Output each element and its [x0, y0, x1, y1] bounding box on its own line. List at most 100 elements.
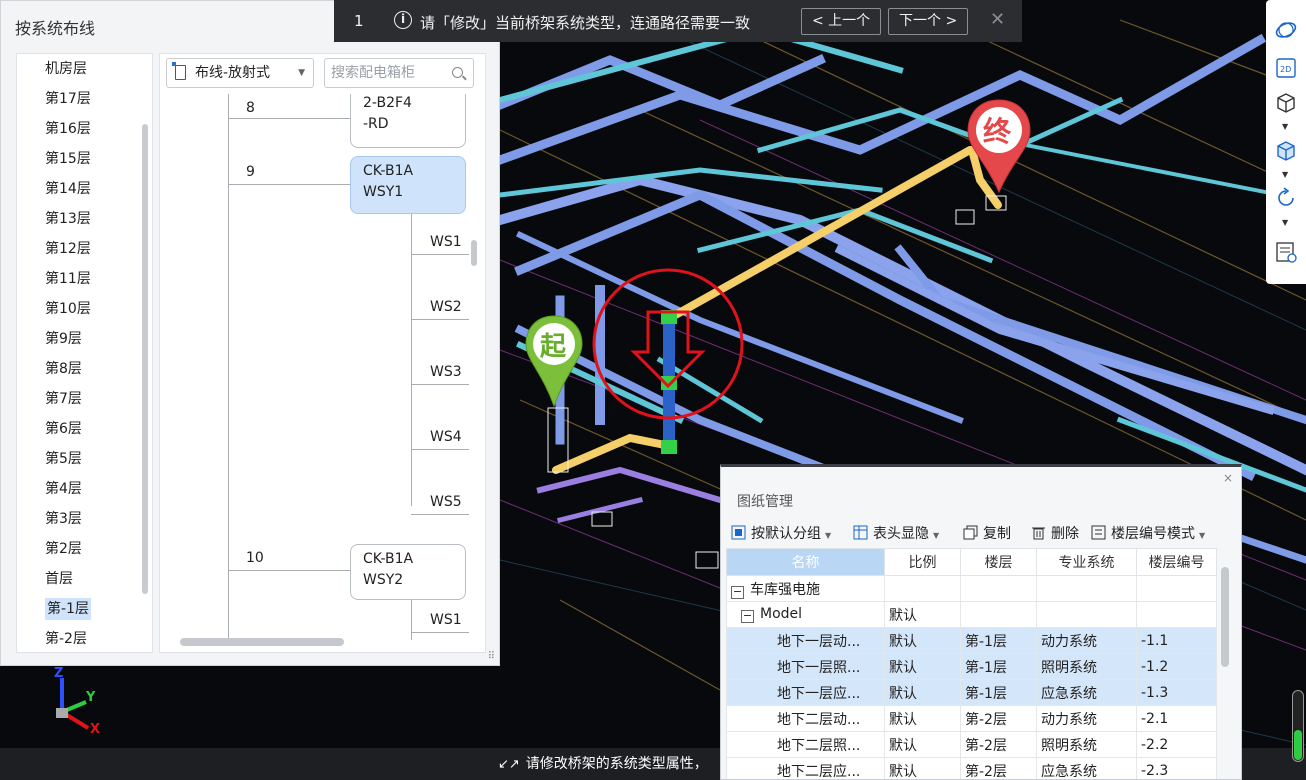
- circuit-leaf[interactable]: WS1: [430, 612, 462, 628]
- panel-search[interactable]: [324, 58, 474, 88]
- floor-item[interactable]: 机房层: [17, 54, 152, 84]
- view-2d-icon[interactable]: 2D: [1274, 56, 1298, 80]
- tree-connector: [411, 254, 469, 255]
- close-icon[interactable]: ×: [1223, 471, 1233, 485]
- floor-item[interactable]: 第4层: [17, 474, 152, 504]
- table-row[interactable]: − 车库强电施: [726, 575, 1217, 602]
- zoom-slider[interactable]: [1292, 690, 1304, 762]
- collapse-arrows-icon[interactable]: ↙↗: [498, 757, 520, 772]
- group-icon: [731, 525, 746, 540]
- routing-mode-select[interactable]: 布线-放射式 ▼: [166, 58, 314, 88]
- floor-item[interactable]: 第17层: [17, 84, 152, 114]
- collapse-toggle-icon[interactable]: −: [731, 585, 744, 599]
- close-icon[interactable]: ✕: [990, 9, 1005, 30]
- table-row[interactable]: 地下二层应... 默认 第-2层 应急系统 -2.3: [726, 757, 1217, 779]
- floor-item[interactable]: 第2层: [17, 534, 152, 564]
- column-header-floor-code[interactable]: 楼层编号: [1136, 548, 1217, 576]
- floor-list[interactable]: 机房层 第17层 第16层 第15层 第14层 第13层 第12层 第11层第10层第9层 第8…: [16, 53, 153, 653]
- chevron-down-icon[interactable]: ▼: [1282, 170, 1288, 179]
- column-header-floor[interactable]: 楼层: [960, 548, 1037, 576]
- branch-number: 9: [246, 164, 255, 180]
- tree-trunk: [228, 94, 229, 640]
- chevron-down-icon[interactable]: ▼: [1199, 531, 1205, 540]
- delete-button[interactable]: 删除: [1031, 523, 1079, 543]
- table-row[interactable]: 地下二层照... 默认 第-2层 照明系统 -2.2: [726, 731, 1217, 758]
- floor-item[interactable]: 第6层: [17, 414, 152, 444]
- panel-box-node[interactable]: 2-B2F4 -RD: [350, 94, 466, 148]
- table-cell-system: 应急系统: [1036, 757, 1137, 779]
- table-cell-name: 地下一层照...: [726, 653, 885, 680]
- table-row[interactable]: 地下一层应... 默认 第-1层 应急系统 -1.3: [726, 679, 1217, 706]
- floor-item[interactable]: 首层: [17, 564, 152, 594]
- tree-horizontal-scrollbar[interactable]: [180, 638, 344, 646]
- floor-list-scrollbar[interactable]: [142, 124, 148, 594]
- circuit-leaf[interactable]: WS3: [430, 364, 462, 380]
- table-cell-system: 动力系统: [1036, 705, 1137, 732]
- panel-box-node-selected[interactable]: CK-B1A WSY1: [350, 156, 466, 214]
- floor-item[interactable]: 第9层: [17, 324, 152, 354]
- subtree-trunk: [411, 214, 412, 506]
- circuit-leaf[interactable]: WS4: [430, 429, 462, 445]
- rotate-icon[interactable]: [1274, 186, 1298, 210]
- tree-vertical-scrollbar[interactable]: [471, 240, 477, 266]
- distribution-tree-pane: 布线-放射式 ▼ 8 2-B2F4 -RD 9 CK-B1A WSY1: [159, 53, 486, 653]
- floor-item[interactable]: 第-2层: [17, 624, 152, 652]
- chevron-down-icon[interactable]: ▼: [825, 531, 831, 540]
- table-row[interactable]: 地下一层动... 默认 第-1层 动力系统 -1.1: [726, 627, 1217, 654]
- table-row[interactable]: 地下一层照... 默认 第-1层 照明系统 -1.2: [726, 653, 1217, 680]
- panel-box-suffix: WSY1: [363, 184, 404, 200]
- floor-item[interactable]: 第13层: [17, 204, 152, 234]
- group-by-default-button[interactable]: 按默认分组 ▼: [731, 523, 831, 543]
- orbit-view-icon[interactable]: [1274, 18, 1298, 42]
- table-cell: 默认: [884, 601, 961, 628]
- zoom-slider-fill: [1294, 730, 1302, 760]
- tree-connector: [411, 319, 469, 320]
- panel-box-node[interactable]: CK-B1A WSY2: [350, 544, 466, 600]
- table-cell-system: 动力系统: [1036, 627, 1137, 654]
- column-header-name[interactable]: 名称: [726, 548, 885, 576]
- search-icon[interactable]: [452, 67, 463, 78]
- floor-item[interactable]: 第8层: [17, 354, 152, 384]
- previous-button[interactable]: < 上一个: [801, 8, 882, 35]
- table-row[interactable]: 地下二层动... 默认 第-2层 动力系统 -2.1: [726, 705, 1217, 732]
- collapse-toggle-icon[interactable]: −: [741, 610, 754, 623]
- chevron-down-icon[interactable]: ▼: [933, 531, 939, 540]
- floor-item[interactable]: 第7层: [17, 384, 152, 414]
- floor-item[interactable]: 第3层: [17, 504, 152, 534]
- drawing-table-scrollbar[interactable]: [1221, 567, 1229, 667]
- numbering-icon: [1091, 525, 1106, 540]
- column-header-system[interactable]: 专业系统: [1036, 548, 1137, 576]
- floor-item[interactable]: 第10层: [17, 294, 152, 324]
- floor-item[interactable]: 第16层: [17, 114, 152, 144]
- floor-numbering-mode-button[interactable]: 楼层编号模式 ▼: [1091, 523, 1205, 543]
- floor-item[interactable]: 第5层: [17, 444, 152, 474]
- axis-gizmo: Z Y X: [40, 666, 110, 740]
- panel-search-input[interactable]: [329, 64, 451, 82]
- chevron-down-icon[interactable]: ▼: [1282, 218, 1288, 227]
- info-icon: i: [394, 11, 412, 29]
- column-header-scale[interactable]: 比例: [884, 548, 961, 576]
- table-cell-scale: 默认: [884, 731, 961, 758]
- table-cell-name: 地下一层动...: [726, 627, 885, 654]
- table-cell-name: 地下一层应...: [726, 679, 885, 706]
- resize-grip-icon[interactable]: ⠿: [488, 651, 495, 662]
- view-cube-solid-icon[interactable]: [1274, 138, 1298, 162]
- chevron-down-icon[interactable]: ▼: [1282, 122, 1288, 131]
- floor-item[interactable]: 第12层: [17, 234, 152, 264]
- view-3d-cube-icon[interactable]: [1274, 90, 1298, 114]
- view-properties-icon[interactable]: [1274, 240, 1298, 264]
- table-cell-code: -1.1: [1136, 627, 1217, 654]
- circuit-leaf[interactable]: WS1: [430, 234, 462, 250]
- end-marker: 终: [964, 96, 1034, 196]
- floor-item[interactable]: 第15层: [17, 144, 152, 174]
- floor-item[interactable]: 第11层: [17, 264, 152, 294]
- floor-item[interactable]: 第-1层: [17, 594, 152, 624]
- floor-item[interactable]: 第14层: [17, 174, 152, 204]
- circuit-leaf[interactable]: WS5: [430, 494, 462, 510]
- toggle-header-button[interactable]: 表头显隐 ▼: [853, 523, 939, 543]
- circuit-leaf[interactable]: WS2: [430, 299, 462, 315]
- table-row[interactable]: − Model 默认: [726, 601, 1217, 628]
- copy-button[interactable]: 复制: [963, 523, 1011, 543]
- floor-item-label: 第10层: [45, 301, 91, 317]
- next-button[interactable]: 下一个 >: [888, 8, 969, 35]
